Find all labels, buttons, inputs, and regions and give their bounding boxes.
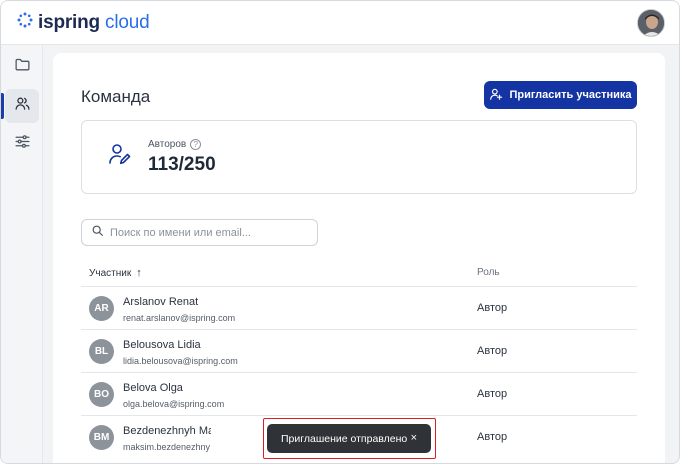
authors-label: Авторов ?: [148, 139, 202, 150]
brand-name: ispring cloud: [38, 11, 150, 33]
app-window: ispring cloud Команда Пригласить участни…: [0, 0, 680, 464]
member-name: Belova Olga: [123, 382, 183, 394]
invite-member-label: Пригласить участника: [509, 89, 632, 101]
highlight-box: [263, 418, 436, 459]
member-email: renat.arslanov@ispring.com: [123, 313, 236, 323]
sort-arrow-up-icon: ↑: [136, 267, 142, 279]
users-icon: [14, 95, 31, 117]
table-header: Участник ↑ Роль: [81, 257, 637, 287]
authors-label-text: Авторов: [148, 139, 187, 150]
add-user-icon: [489, 87, 503, 104]
search-input[interactable]: [110, 226, 310, 239]
member-avatar: AR: [89, 296, 114, 321]
table-row[interactable]: BO Belova Olga olga.belova@ispring.com А…: [81, 373, 637, 416]
user-avatar[interactable]: [637, 8, 665, 37]
invite-member-button[interactable]: Пригласить участника: [484, 81, 637, 109]
top-bar: ispring cloud: [1, 1, 679, 45]
sidebar-item-files[interactable]: [5, 50, 39, 84]
user-edit-icon: [108, 142, 132, 171]
sliders-icon: [14, 133, 31, 155]
column-header-role: Роль: [477, 267, 500, 278]
authors-count: 113/250: [148, 154, 216, 175]
sidebar: [1, 45, 43, 463]
member-email: lidia.belousova@ispring.com: [123, 356, 238, 366]
member-name: Belousova Lidia: [123, 339, 201, 351]
column-header-member-label: Участник: [89, 267, 132, 279]
member-name: Arslanov Renat: [123, 296, 199, 308]
sidebar-item-team[interactable]: [1, 89, 39, 123]
search-box[interactable]: [81, 219, 318, 246]
help-icon[interactable]: ?: [190, 139, 202, 150]
team-panel: Команда Пригласить участника Авторов ? 1…: [53, 53, 665, 463]
member-text-clip: Bezdenezhnyh Ma maksim.bezdenezhny: [81, 416, 211, 459]
page-title: Команда: [81, 87, 151, 106]
member-role: Автор: [477, 431, 508, 443]
member-email: olga.belova@ispring.com: [123, 399, 225, 409]
member-avatar: BO: [89, 382, 114, 407]
ispring-logo-icon: [17, 12, 33, 33]
authors-stat-card: Авторов ? 113/250: [81, 120, 637, 194]
member-role: Автор: [477, 345, 508, 357]
member-role: Автор: [477, 302, 508, 314]
search-icon: [91, 224, 104, 242]
table-row[interactable]: BL Belousova Lidia lidia.belousova@ispri…: [81, 330, 637, 373]
column-header-member[interactable]: Участник ↑: [89, 267, 142, 279]
member-email: maksim.bezdenezhny: [123, 442, 211, 452]
folder-icon: [14, 56, 31, 78]
member-avatar: BL: [89, 339, 114, 364]
sidebar-item-settings[interactable]: [5, 127, 39, 161]
member-role: Автор: [477, 388, 508, 400]
table-row[interactable]: AR Arslanov Renat renat.arslanov@ispring…: [81, 287, 637, 330]
member-name: Bezdenezhnyh Ma: [123, 425, 211, 437]
brand-logo[interactable]: ispring cloud: [17, 11, 150, 34]
